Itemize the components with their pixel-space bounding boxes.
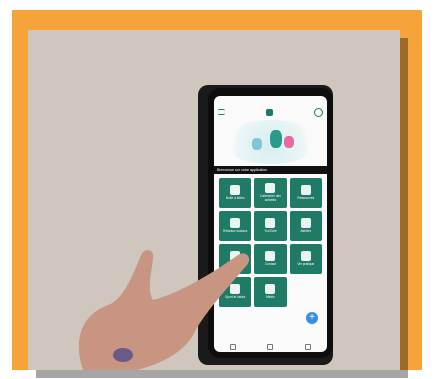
hand: [78, 250, 250, 370]
person-figure: [270, 130, 282, 148]
building-icon: [230, 185, 241, 196]
calendar-icon: [265, 183, 276, 194]
bell-icon[interactable]: [314, 107, 323, 117]
person-figure: [252, 138, 262, 150]
hands-icon: [230, 218, 241, 229]
home-icon[interactable]: [266, 108, 273, 116]
tile-3[interactable]: Ressources: [289, 178, 322, 208]
tile-5[interactable]: YouTube: [254, 211, 287, 241]
hero-illustration: [222, 120, 319, 164]
play-icon: [265, 218, 276, 229]
tile-2[interactable]: Calendrier des activités: [254, 178, 287, 208]
menu-icon[interactable]: [218, 109, 225, 115]
welcome-banner: Bienvenue sur votre application: [214, 166, 327, 174]
add-button[interactable]: +: [306, 312, 318, 324]
tile-9[interactable]: Vie pratique: [289, 244, 322, 274]
grid-icon: [300, 251, 311, 262]
app-top-nav: [214, 106, 327, 118]
status-bar: [214, 96, 327, 106]
tile-6[interactable]: Ateliers: [289, 211, 322, 241]
tile-4[interactable]: Réseaux sociaux: [219, 211, 252, 241]
person-figure: [284, 136, 294, 148]
location-pin-icon: [300, 185, 311, 196]
cup-icon: [300, 218, 311, 229]
ring: [113, 348, 133, 362]
photo: Bienvenue sur votre application Boîte à …: [28, 30, 400, 370]
tile-1[interactable]: Boîte à idées: [219, 178, 252, 208]
